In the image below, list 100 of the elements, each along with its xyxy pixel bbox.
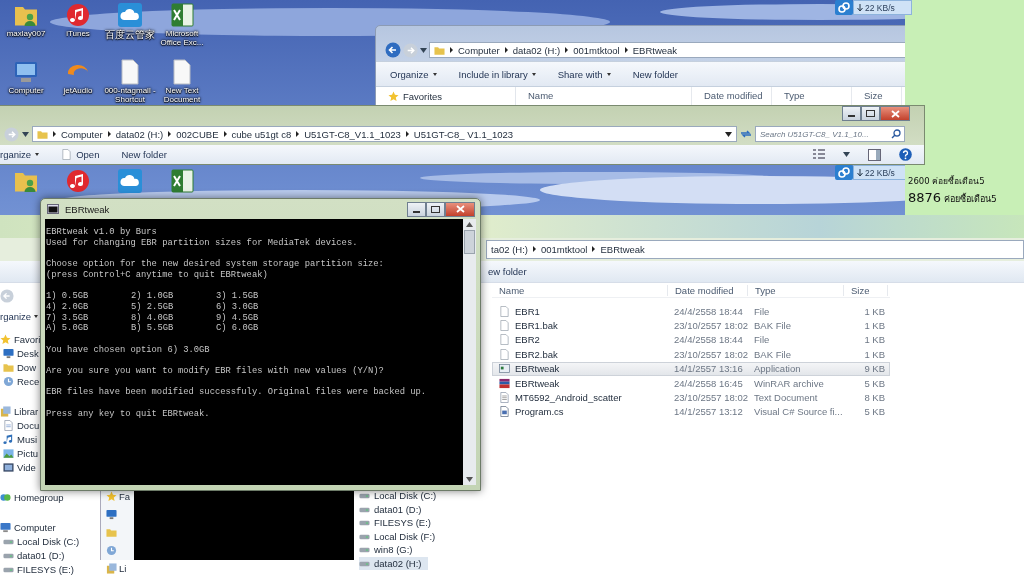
dropdown-caret-icon[interactable] <box>725 131 732 137</box>
breadcrumb[interactable]: EBRtweak <box>600 243 645 255</box>
file-row[interactable]: Program.cs 14/1/2557 13:12 Visual C# Source fi... 5 KB <box>492 404 890 420</box>
nav-item[interactable]: Local Disk (C:) <box>359 489 443 503</box>
view-options-icon[interactable] <box>813 149 825 160</box>
scroll-up-icon[interactable] <box>466 222 473 227</box>
nav-item[interactable]: Computer <box>14 521 56 533</box>
breadcrumb-arrow-icon[interactable] <box>107 131 111 137</box>
nav-heading[interactable]: Favorites <box>403 90 443 102</box>
breadcrumb-arrow-icon[interactable] <box>565 47 569 53</box>
breadcrumb[interactable]: Computer <box>458 44 500 56</box>
computer-icon[interactable] <box>13 59 39 85</box>
close-button[interactable] <box>880 106 910 121</box>
breadcrumb-arrow-icon[interactable] <box>405 131 409 137</box>
nav-item[interactable]: FILESYS (E:) <box>17 563 74 575</box>
column-header[interactable]: Size <box>844 284 888 296</box>
minimize-button[interactable] <box>842 106 861 121</box>
nav-item[interactable]: Li <box>119 563 127 574</box>
nav-item[interactable]: Favori <box>14 333 41 345</box>
breadcrumb-arrow-icon[interactable] <box>624 47 628 53</box>
cloud-icon[interactable] <box>117 2 143 28</box>
toolbar-button[interactable]: Open <box>61 147 104 162</box>
help-icon[interactable] <box>899 148 912 161</box>
nav-item[interactable]: FILESYS (E:) <box>359 516 437 530</box>
cloud-icon[interactable] <box>117 168 143 194</box>
nav-item[interactable]: Docu <box>17 419 40 431</box>
preview-pane-icon[interactable] <box>868 148 881 161</box>
music-note-icon[interactable] <box>65 168 91 194</box>
cloud-link-icon[interactable] <box>835 165 853 180</box>
scroll-thumb[interactable] <box>464 230 475 254</box>
music-note-icon[interactable] <box>65 2 91 28</box>
back-button[interactable] <box>385 42 401 58</box>
breadcrumb[interactable]: U51GT-C8_V1.1_1023 <box>304 128 401 140</box>
breadcrumb[interactable]: data02 (H:) <box>512 44 561 56</box>
nav-item[interactable]: win8 (G:) <box>359 543 419 557</box>
spreadsheet-icon[interactable] <box>169 2 195 28</box>
breadcrumb-arrow-icon[interactable] <box>504 47 508 53</box>
search-field[interactable]: Search U51GT-C8_ V1.1_10... <box>755 126 905 142</box>
nav-item[interactable]: Fa <box>119 491 131 502</box>
nav-item[interactable]: Musi <box>17 433 38 445</box>
nav-item[interactable]: data01 (D:) <box>17 549 65 561</box>
dropdown-caret-icon[interactable] <box>420 47 427 53</box>
close-button[interactable] <box>445 201 475 217</box>
breadcrumb[interactable]: cube u51gt c8 <box>231 128 292 140</box>
breadcrumb[interactable]: data02 (H:) <box>115 128 164 140</box>
file-row[interactable]: MT6592_Android_scatter 23/10/2557 18:02 Text Document 8 KB <box>492 390 890 405</box>
toolbar-button[interactable]: Include in library <box>454 66 540 82</box>
column-header[interactable]: Date modified <box>668 284 748 296</box>
file-row[interactable]: EBRtweak 14/1/2557 13:16 Application 9 KB <box>492 361 890 376</box>
breadcrumb-arrow-icon[interactable] <box>223 131 227 137</box>
breadcrumb[interactable]: ta02 (H:) <box>491 243 528 255</box>
close-icon[interactable] <box>890 109 900 118</box>
refresh-icon[interactable] <box>740 128 752 140</box>
scrollbar[interactable] <box>463 219 476 485</box>
file-row[interactable]: EBR1.bak 23/10/2557 18:02 BAK File 1 KB <box>492 318 890 333</box>
breadcrumb-arrow-icon[interactable] <box>592 246 596 253</box>
spreadsheet-icon[interactable] <box>169 168 195 194</box>
toolbar-button[interactable]: New folder <box>121 147 171 162</box>
dropdown-caret-icon[interactable] <box>22 131 29 137</box>
nav-item[interactable]: Desk <box>17 347 39 359</box>
breadcrumb-arrow-icon[interactable] <box>450 47 453 53</box>
breadcrumb[interactable]: 002CUBE <box>176 128 219 140</box>
nav-item[interactable]: Librar <box>14 405 39 417</box>
scroll-down-icon[interactable] <box>466 477 473 482</box>
nav-item[interactable]: Dow <box>17 361 36 373</box>
breadcrumb-arrow-icon[interactable] <box>532 246 536 253</box>
address-bar[interactable]: ta02 (H:) 001mtktool EBRtweak <box>486 239 1024 259</box>
nav-item[interactable]: Homegroup <box>14 491 64 503</box>
column-header[interactable]: Name <box>492 284 668 296</box>
nav-item[interactable]: data01 (D:) <box>359 502 428 516</box>
file-row[interactable]: EBR2 24/4/2558 18:44 File 1 KB <box>492 332 890 348</box>
caret-icon[interactable] <box>843 152 850 157</box>
nav-item[interactable]: Local Disk (C:) <box>17 535 80 547</box>
toolbar-button[interactable]: New folder <box>628 66 683 82</box>
nav-item[interactable]: Rece <box>17 375 40 387</box>
cloud-link-icon[interactable] <box>835 0 853 15</box>
nav-item[interactable]: Pictu <box>17 447 39 459</box>
breadcrumb[interactable]: 001mtktool <box>573 44 620 56</box>
column-header[interactable]: Type <box>748 284 844 296</box>
toolbar-button[interactable]: ew folder <box>488 265 527 277</box>
search-icon[interactable] <box>891 129 901 139</box>
maximize-button[interactable] <box>861 106 880 121</box>
toolbar-button[interactable]: Organize <box>386 66 441 82</box>
breadcrumb-arrow-icon[interactable] <box>168 131 172 137</box>
close-icon[interactable] <box>455 205 465 213</box>
breadcrumb-arrow-icon[interactable] <box>296 131 300 137</box>
file-row[interactable]: EBR1 24/4/2558 18:44 File 1 KB <box>492 304 890 319</box>
breadcrumb[interactable]: Computer <box>61 128 103 140</box>
address-bar[interactable]: Computer data02 (H:) 002CUBE cube u51gt c8 U51GT-C8_V1.1_1023 U51GT-C8_ V1.1_1023 <box>32 126 737 142</box>
nav-item[interactable]: data02 (H:) <box>359 556 428 570</box>
maximize-button[interactable] <box>426 201 445 217</box>
breadcrumb[interactable]: EBRtweak <box>632 44 678 56</box>
toolbar-button[interactable]: rganize <box>0 147 44 162</box>
breadcrumb-arrow-icon[interactable] <box>53 131 56 137</box>
toolbar-button[interactable]: Share with <box>553 66 615 82</box>
file-row[interactable]: EBR2.bak 23/10/2557 18:02 BAK File 1 KB <box>492 347 890 362</box>
nav-item[interactable]: Local Disk (F:) <box>359 529 442 543</box>
breadcrumb[interactable]: U51GT-C8_ V1.1_1023 <box>413 128 514 140</box>
nav-item[interactable]: Vide <box>17 461 36 473</box>
breadcrumb[interactable]: 001mtktool <box>540 243 588 255</box>
